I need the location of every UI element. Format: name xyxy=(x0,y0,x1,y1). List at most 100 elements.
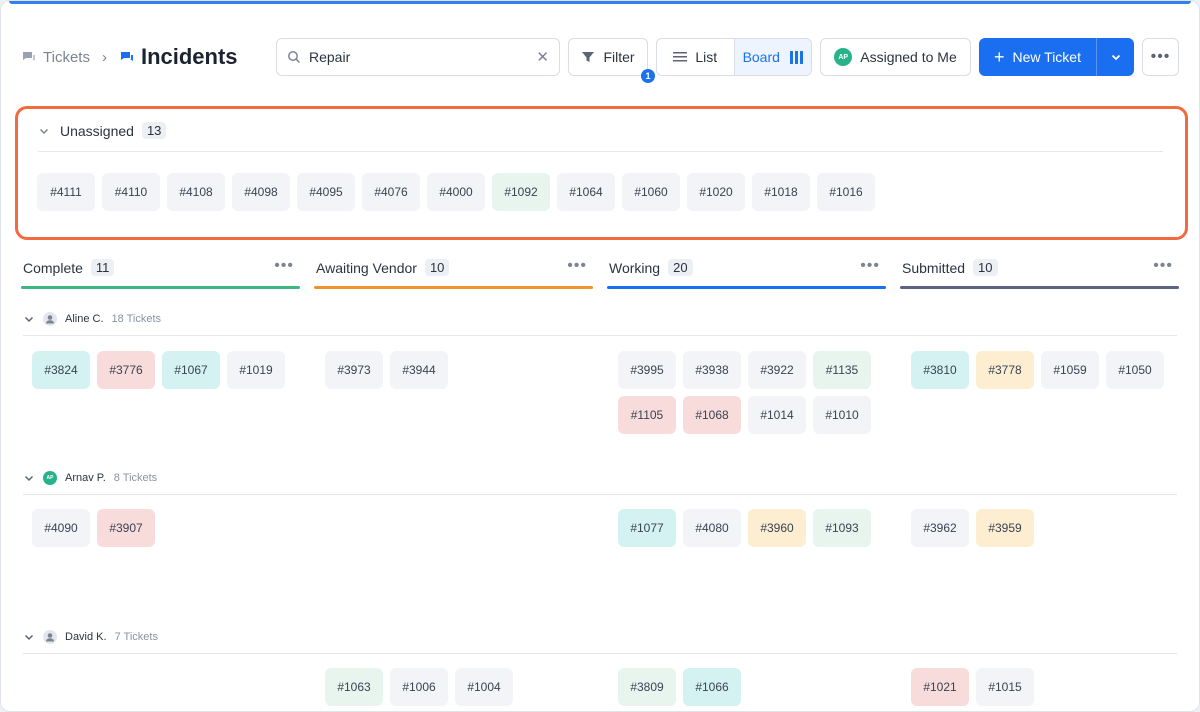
chevron-down-icon[interactable] xyxy=(23,313,35,325)
column-complete: Complete 11 ••• xyxy=(21,257,300,289)
column-title: Complete xyxy=(23,259,83,276)
ticket-chip[interactable]: #1010 xyxy=(813,396,871,434)
column-color-bar xyxy=(607,286,886,289)
ticket-chip[interactable]: #3944 xyxy=(390,351,448,389)
ticket-chip[interactable]: #3959 xyxy=(976,509,1034,547)
chevron-down-icon[interactable] xyxy=(23,631,35,643)
ticket-chip[interactable]: #1093 xyxy=(813,509,871,547)
plus-icon: + xyxy=(994,47,1005,67)
ticket-chip[interactable]: #1016 xyxy=(817,173,875,211)
search-box: ✕ xyxy=(276,38,560,76)
ticket-chip[interactable]: #1064 xyxy=(557,173,615,211)
board-cell: #3824 #3776 #1067 #1019 xyxy=(32,351,302,396)
view-toggle: List Board xyxy=(656,38,812,76)
ticket-chip[interactable]: #1135 xyxy=(813,351,871,389)
group-header-aline[interactable]: Aline C. 18 Tickets xyxy=(23,309,161,329)
assigned-to-me-label: Assigned to Me xyxy=(860,49,957,65)
ticket-chip[interactable]: #3973 xyxy=(325,351,383,389)
filter-count-badge: 1 xyxy=(641,69,655,83)
divider xyxy=(38,151,1163,152)
ticket-chip[interactable]: #1020 xyxy=(687,173,745,211)
group-ticket-count: 18 Tickets xyxy=(111,313,162,325)
ticket-chip[interactable]: #3824 xyxy=(32,351,90,389)
ticket-chip[interactable]: #3995 xyxy=(618,351,676,389)
group-user-name: Arnav P. xyxy=(65,472,106,484)
view-board-button[interactable]: Board xyxy=(734,39,811,75)
chevron-down-icon[interactable] xyxy=(23,472,35,484)
group-ticket-count: 7 Tickets xyxy=(114,631,158,643)
unassigned-count: 13 xyxy=(141,122,167,139)
chevron-down-icon xyxy=(1111,54,1120,61)
column-count: 20 xyxy=(668,259,693,276)
ticket-chip[interactable]: #3778 xyxy=(976,351,1034,389)
ticket-chip[interactable]: #3776 xyxy=(97,351,155,389)
column-menu-button[interactable]: ••• xyxy=(1153,257,1173,275)
ticket-chip[interactable]: #3907 xyxy=(97,509,155,547)
ticket-chip[interactable]: #1060 xyxy=(622,173,680,211)
view-list-button[interactable]: List xyxy=(657,39,735,75)
ticket-chip[interactable]: #1066 xyxy=(683,668,741,706)
unassigned-header[interactable]: Unassigned 13 xyxy=(38,122,167,139)
ticket-chip[interactable]: #3922 xyxy=(748,351,806,389)
ticket-chip[interactable]: #1063 xyxy=(325,668,383,706)
unassigned-ticket-list: #4111 #4110 #4108 #4098 #4095 #4076 #4000 #1092… xyxy=(37,173,882,211)
more-options-button[interactable]: ••• xyxy=(1142,38,1179,76)
board-cell: #3973 #3944 xyxy=(325,351,595,396)
column-submitted: Submitted 10 ••• xyxy=(900,257,1179,289)
ticket-chip[interactable]: #1014 xyxy=(748,396,806,434)
breadcrumb: Tickets › Incidents xyxy=(21,37,238,77)
ticket-chip[interactable]: #4110 xyxy=(102,173,160,211)
group-header-david[interactable]: David K. 7 Tickets xyxy=(23,627,158,647)
ticket-chip[interactable]: #4108 xyxy=(167,173,225,211)
ticket-chip[interactable]: #3938 xyxy=(683,351,741,389)
ticket-chip[interactable]: #1068 xyxy=(683,396,741,434)
ticket-chip[interactable]: #3809 xyxy=(618,668,676,706)
incidents-icon xyxy=(120,52,133,61)
ticket-chip[interactable]: #1105 xyxy=(618,396,676,434)
column-count: 11 xyxy=(90,259,115,276)
ticket-chip[interactable]: #1019 xyxy=(227,351,285,389)
list-icon xyxy=(673,52,688,62)
new-ticket-button[interactable]: + New Ticket xyxy=(979,38,1096,76)
chevron-down-icon[interactable] xyxy=(38,125,50,137)
ticket-chip[interactable]: #1015 xyxy=(976,668,1034,706)
search-input[interactable] xyxy=(309,49,529,65)
ticket-chip[interactable]: #4095 xyxy=(297,173,355,211)
unassigned-label: Unassigned xyxy=(60,122,134,139)
board-cell: #1077 #4080 #3960 #1093 xyxy=(618,509,888,554)
ticket-chip[interactable]: #1067 xyxy=(162,351,220,389)
ticket-chip[interactable]: #1021 xyxy=(911,668,969,706)
ticket-chip[interactable]: #4000 xyxy=(427,173,485,211)
breadcrumb-separator: › xyxy=(101,48,107,66)
filter-button[interactable]: Filter 1 xyxy=(568,38,655,83)
ticket-chip[interactable]: #3962 xyxy=(911,509,969,547)
ticket-chip[interactable]: #1004 xyxy=(455,668,513,706)
column-menu-button[interactable]: ••• xyxy=(567,257,587,275)
board-cell: #3810 #3778 #1059 #1050 xyxy=(911,351,1181,396)
filter-label: Filter xyxy=(603,49,635,65)
ticket-chip[interactable]: #1050 xyxy=(1106,351,1164,389)
ticket-chip[interactable]: #4090 xyxy=(32,509,90,547)
breadcrumb-tickets-link[interactable]: Tickets xyxy=(43,49,90,66)
ticket-chip[interactable]: #4111 xyxy=(37,173,95,211)
assigned-to-me-button[interactable]: AP Assigned to Me xyxy=(820,38,971,76)
close-icon[interactable]: ✕ xyxy=(536,48,549,66)
ticket-chip[interactable]: #1006 xyxy=(390,668,448,706)
board-cell: #4090 #3907 xyxy=(32,509,302,554)
group-header-arnav[interactable]: AP Arnav P. 8 Tickets xyxy=(23,468,157,488)
ticket-chip[interactable]: #4076 xyxy=(362,173,420,211)
column-title: Submitted xyxy=(902,259,966,276)
column-menu-button[interactable]: ••• xyxy=(274,257,294,275)
ticket-chip[interactable]: #1092 xyxy=(492,173,550,211)
new-ticket-dropdown-button[interactable] xyxy=(1096,38,1134,76)
search-icon xyxy=(288,51,301,64)
ticket-chip[interactable]: #3960 xyxy=(748,509,806,547)
ticket-chip[interactable]: #4098 xyxy=(232,173,290,211)
ticket-chip[interactable]: #4080 xyxy=(683,509,741,547)
ticket-chip[interactable]: #1059 xyxy=(1041,351,1099,389)
column-menu-button[interactable]: ••• xyxy=(860,257,880,275)
ticket-chip[interactable]: #3810 xyxy=(911,351,969,389)
ticket-chip[interactable]: #1077 xyxy=(618,509,676,547)
new-ticket-label: New Ticket xyxy=(1012,49,1081,65)
ticket-chip[interactable]: #1018 xyxy=(752,173,810,211)
